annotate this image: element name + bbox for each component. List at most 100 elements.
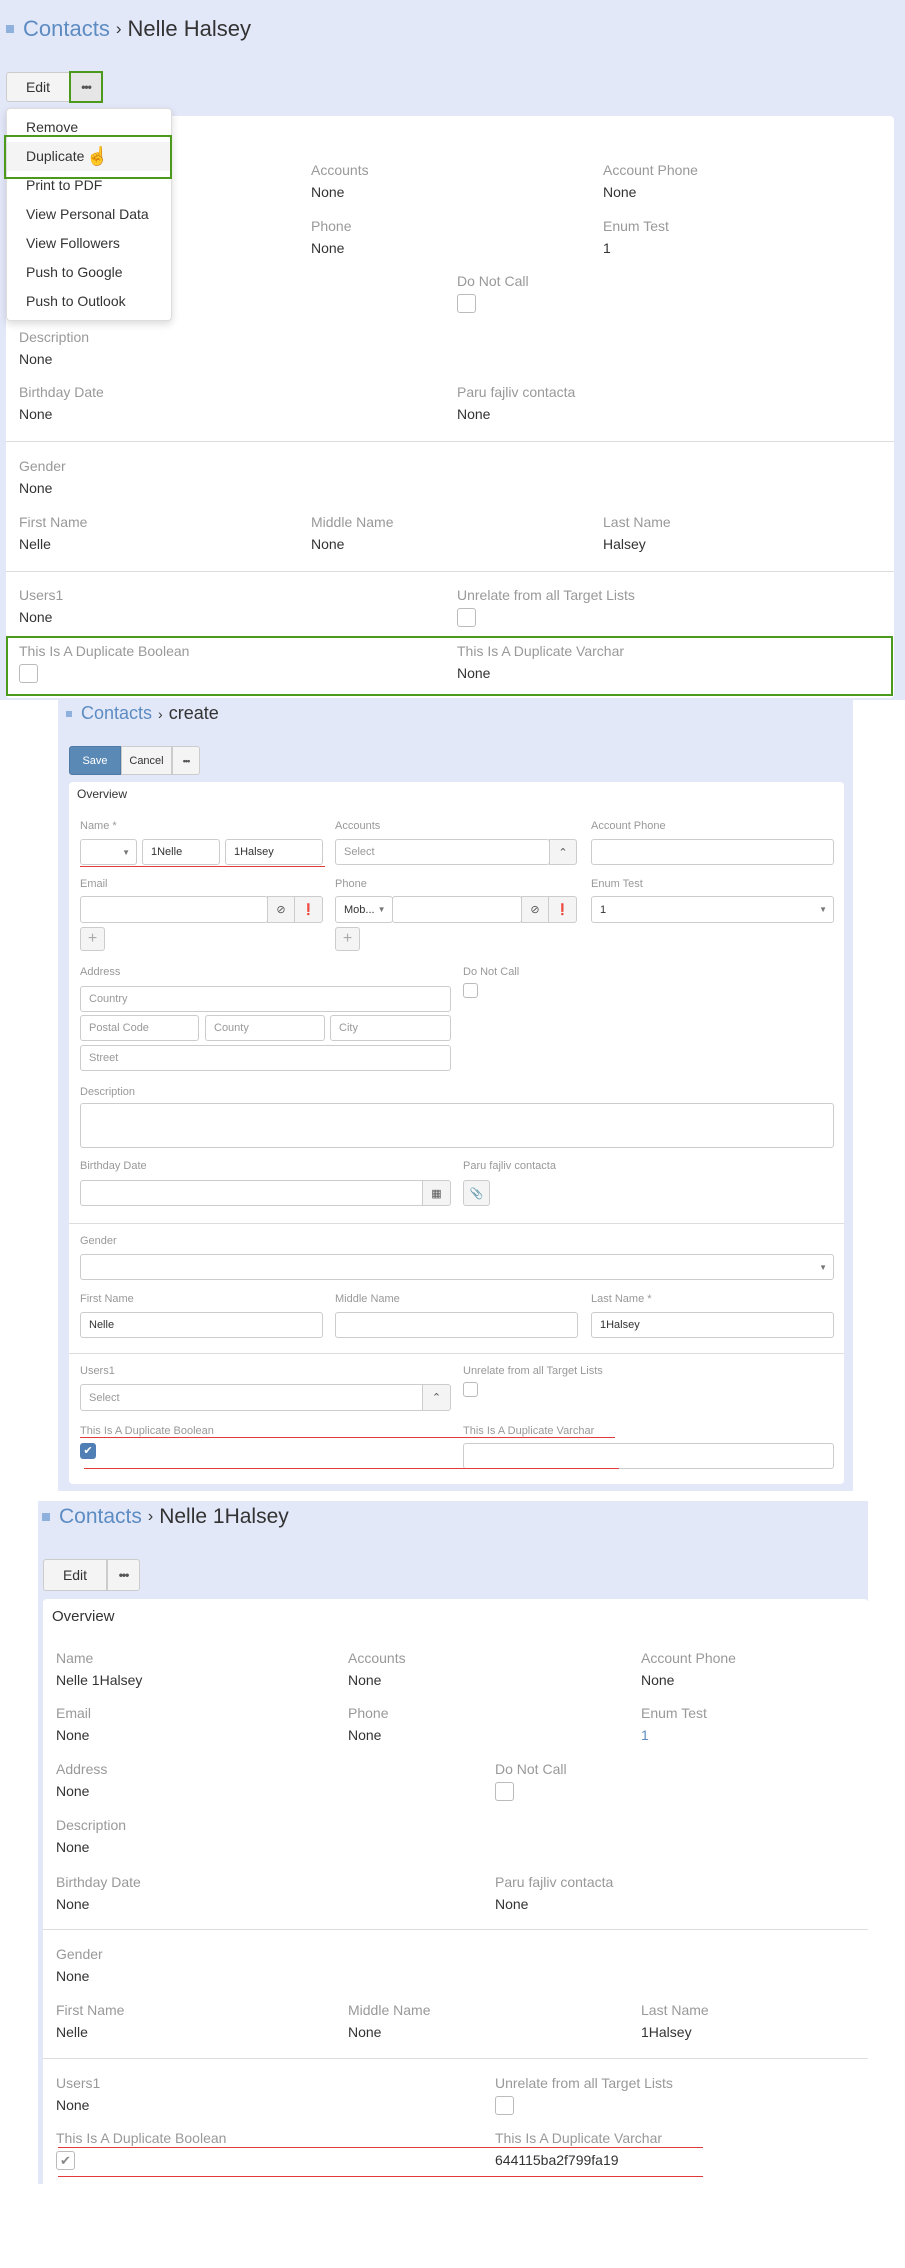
users1-select[interactable]: Select [80, 1384, 424, 1411]
breadcrumb-contacts-link[interactable]: Contacts [23, 16, 110, 42]
accounts-select[interactable]: Select [335, 839, 550, 865]
last-name-input[interactable]: 1Halsey [225, 839, 323, 865]
field-address: Address None [56, 1761, 108, 1799]
street-input[interactable]: Street [80, 1045, 451, 1071]
address-label: Address [80, 966, 121, 978]
users1-label: Users1 [80, 1365, 115, 1377]
field-do-not-call: Do Not Call [457, 273, 529, 313]
email-input[interactable] [80, 896, 268, 923]
salutation-select[interactable]: ▼ [80, 839, 137, 865]
field-accounts: Accounts None [311, 162, 369, 200]
annotation-underline [84, 1468, 619, 1469]
edit-button[interactable]: Edit [6, 72, 70, 102]
chevron-up-icon[interactable]: ⌃ [549, 839, 577, 865]
opt-out-icon[interactable]: ⊘ [267, 896, 295, 923]
more-actions-button[interactable]: ••• [172, 746, 200, 775]
page-title: Nelle 1Halsey [159, 1505, 289, 1528]
ellipsis-icon: ••• [118, 1568, 130, 1582]
menu-item-push-outlook[interactable]: Push to Outlook [7, 287, 171, 316]
field-accounts: Accounts None [348, 1650, 406, 1688]
menu-item-view-followers[interactable]: View Followers [7, 229, 171, 258]
phone-type-select[interactable]: Mob... ▼ [335, 896, 393, 923]
field-description: Description None [19, 329, 90, 367]
paperclip-icon[interactable]: 📎 [463, 1180, 490, 1206]
highlight-more-button [69, 71, 103, 103]
field-description: Description None [56, 1817, 127, 1855]
divider [6, 441, 894, 442]
field-users1: Users1 None [56, 2075, 101, 2113]
description-label: Description [80, 1086, 136, 1098]
paru-label: Paru fajliv contacta [463, 1160, 556, 1172]
postal-code-input[interactable]: Postal Code [80, 1015, 199, 1041]
entity-icon [6, 25, 14, 33]
annotation-underline [80, 866, 325, 867]
field-first-name: First Name Nelle [19, 514, 88, 552]
cancel-button[interactable]: Cancel [121, 746, 172, 775]
opt-out-icon[interactable]: ⊘ [521, 896, 549, 923]
city-input[interactable]: City [330, 1015, 451, 1041]
do-not-call-checkbox [495, 1782, 514, 1801]
breadcrumb: Contacts › Nelle Halsey [6, 16, 251, 42]
field-middle-name: Middle Name None [311, 514, 394, 552]
check-icon: ✔ [83, 1445, 93, 1457]
breadcrumb-contacts-link[interactable]: Contacts [81, 703, 152, 724]
dup-varchar-input[interactable] [463, 1443, 834, 1469]
first-name-field[interactable]: Nelle [80, 1312, 323, 1338]
field-middle-name: Middle Name None [348, 2002, 431, 2040]
add-email-button[interactable]: + [80, 927, 105, 951]
save-button[interactable]: Save [69, 746, 121, 775]
chevron-up-icon[interactable]: ⌃ [422, 1384, 451, 1411]
unrelate-checkbox[interactable] [463, 1382, 478, 1397]
dup-boolean-label: This Is A Duplicate Boolean [80, 1425, 214, 1437]
field-first-name: First Name Nelle [56, 2002, 125, 2040]
page-title: create [168, 703, 219, 723]
accounts-label: Accounts [335, 820, 381, 832]
panel-title: Overview [52, 1608, 115, 1625]
enum-test-select[interactable]: 1 ▼ [591, 896, 834, 923]
field-last-name: Last Name Halsey [603, 514, 671, 552]
edit-button[interactable]: Edit [43, 1559, 107, 1591]
divider [43, 2058, 868, 2059]
field-last-name: Last Name 1Halsey [641, 2002, 709, 2040]
county-input[interactable]: County [205, 1015, 325, 1041]
gender-select[interactable]: ▼ [80, 1254, 834, 1280]
birthday-label: Birthday Date [80, 1160, 147, 1172]
plus-icon: + [342, 930, 353, 947]
more-actions-button[interactable]: ••• [107, 1559, 140, 1591]
do-not-call-checkbox[interactable] [463, 983, 478, 998]
dup-boolean-checkbox-checked[interactable]: ✔ [80, 1443, 96, 1459]
phone-input[interactable] [392, 896, 522, 923]
birthday-input[interactable] [80, 1180, 424, 1206]
last-name-field[interactable]: 1Halsey [591, 1312, 834, 1338]
last-name-label: Last Name * [591, 1293, 652, 1305]
enum-test-label: Enum Test [591, 878, 643, 890]
menu-item-view-personal-data[interactable]: View Personal Data [7, 200, 171, 229]
field-do-not-call: Do Not Call [463, 966, 519, 998]
field-users1: Users1 None [19, 587, 64, 625]
menu-item-push-google[interactable]: Push to Google [7, 258, 171, 287]
field-gender: Gender None [19, 458, 66, 496]
field-unrelate: Unrelate from all Target Lists [463, 1365, 603, 1397]
middle-name-label: Middle Name [335, 1293, 400, 1305]
first-name-input[interactable]: 1Nelle [142, 839, 220, 865]
caret-down-icon: ▼ [819, 905, 827, 914]
annotation-underline [80, 1437, 615, 1438]
annotation-underline [58, 2176, 703, 2177]
caret-down-icon: ▼ [819, 1262, 827, 1272]
country-input[interactable]: Country [80, 986, 451, 1012]
middle-name-field[interactable] [335, 1312, 578, 1338]
account-phone-label: Account Phone [591, 820, 666, 832]
invalid-icon[interactable]: ❗ [548, 896, 577, 923]
invalid-icon[interactable]: ❗ [294, 896, 323, 923]
add-phone-button[interactable]: + [335, 927, 360, 951]
highlight-duplicate-fields [6, 636, 893, 696]
breadcrumb-contacts-link[interactable]: Contacts [59, 1505, 142, 1529]
plus-icon: + [87, 930, 98, 947]
divider [43, 1929, 868, 1930]
unrelate-checkbox [457, 608, 476, 627]
breadcrumb: Contacts › create [66, 703, 219, 724]
calendar-icon[interactable]: ▦ [422, 1180, 451, 1206]
gender-label: Gender [80, 1235, 117, 1247]
account-phone-input[interactable] [591, 839, 834, 865]
description-textarea[interactable] [80, 1103, 834, 1148]
